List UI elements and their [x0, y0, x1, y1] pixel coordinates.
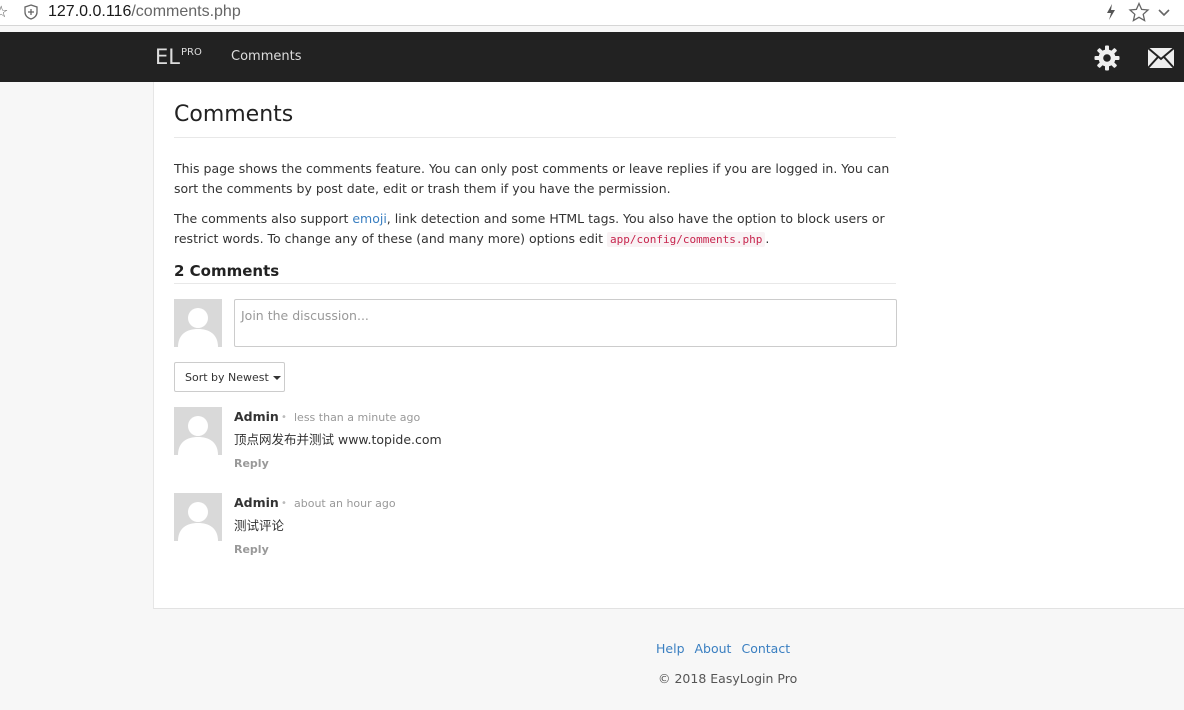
shield-icon[interactable]	[24, 4, 38, 20]
bookmark-star-icon[interactable]: ☆	[0, 3, 12, 21]
comment-time[interactable]: about an hour ago	[294, 495, 396, 513]
intro-paragraph: This page shows the comments feature. Yo…	[174, 161, 890, 196]
meta-separator: •	[281, 412, 287, 423]
sort-dropdown-button[interactable]: Sort by Newest	[174, 362, 285, 392]
comment-text: 顶点网发布并测试 www.topide.com	[234, 432, 442, 447]
features-text-3: .	[765, 231, 770, 246]
url-field[interactable]: 127.0.0.116/comments.php	[48, 2, 241, 22]
meta-separator: •	[281, 498, 287, 509]
comments-count-title: 2 Comments	[174, 262, 280, 280]
url-path: /comments.php	[131, 3, 241, 20]
reply-link[interactable]: Reply	[234, 456, 269, 472]
brand-text: EL	[155, 45, 180, 69]
sort-label: Sort by Newest	[185, 370, 269, 384]
config-path-code: app/config/comments.php	[607, 232, 766, 247]
features-paragraph: The comments also support emoji, link de…	[174, 209, 896, 250]
avatar	[174, 407, 222, 455]
brand-logo[interactable]: ELPRO	[155, 45, 202, 74]
chevron-down-icon[interactable]	[1156, 4, 1172, 20]
avatar	[174, 299, 222, 347]
nav-link-comments[interactable]: Comments	[231, 49, 301, 65]
title-divider	[174, 137, 896, 138]
emoji-link[interactable]: emoji	[352, 211, 386, 226]
comment-text: 测试评论	[234, 518, 285, 533]
lightning-icon[interactable]	[1104, 3, 1118, 21]
brand-sup: PRO	[180, 47, 202, 58]
gear-icon[interactable]	[1094, 45, 1120, 71]
comment-author[interactable]: Admin	[234, 408, 279, 426]
page-title: Comments	[174, 102, 294, 127]
user-silhouette-icon	[174, 299, 222, 347]
browser-url-bar: ☆ 127.0.0.116/comments.php	[0, 0, 1184, 26]
avatar	[174, 493, 222, 541]
comment-time[interactable]: less than a minute ago	[294, 409, 420, 427]
reply-link[interactable]: Reply	[234, 542, 269, 558]
caret-down-icon	[272, 375, 281, 380]
user-silhouette-icon	[174, 493, 222, 541]
footer-link-help[interactable]: Help	[656, 641, 685, 656]
footer-links: Help About Contact	[656, 640, 800, 658]
copyright-text: © 2018 EasyLogin Pro	[658, 671, 798, 686]
footer-link-about[interactable]: About	[695, 641, 732, 656]
url-host: 127.0.0.116	[48, 3, 132, 20]
footer-link-contact[interactable]: Contact	[741, 641, 790, 656]
mail-icon[interactable]	[1147, 47, 1175, 69]
comment-input[interactable]	[234, 299, 897, 347]
features-text-1: The comments also support	[174, 211, 353, 226]
top-navbar: ELPRO Comments	[0, 32, 1184, 82]
user-silhouette-icon	[174, 407, 222, 455]
comments-divider	[174, 283, 896, 284]
comment-author[interactable]: Admin	[234, 494, 279, 512]
star-icon[interactable]	[1128, 2, 1150, 22]
